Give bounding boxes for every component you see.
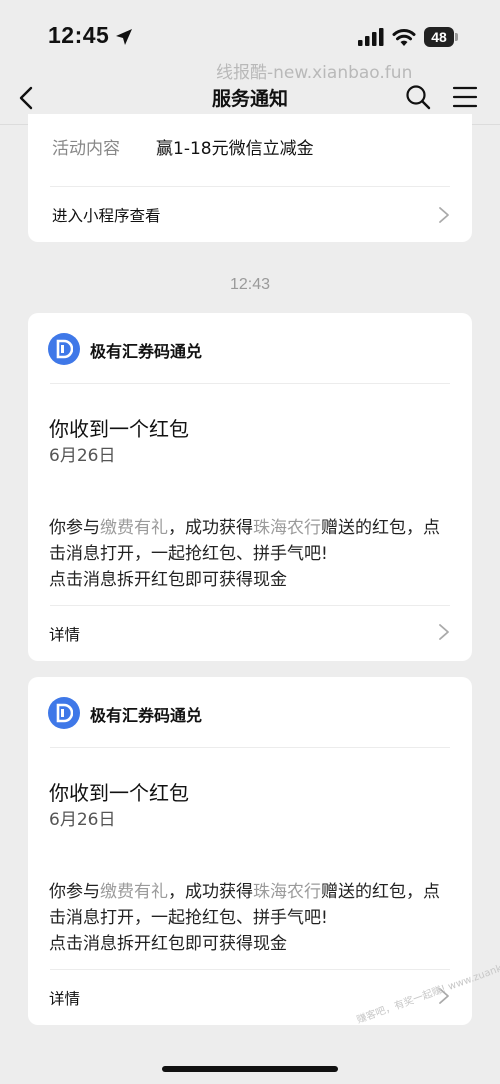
message-body: 你参与缴费有礼，成功获得珠海农行赠送的红包，点击消息打开，一起抢红包、拼手气吧!… (49, 879, 453, 957)
notification-card-previous[interactable]: 活动内容 赢1-18元微信立减金 进入小程序查看 (28, 114, 472, 242)
chevron-right-icon (439, 624, 449, 640)
location-arrow-icon (116, 29, 132, 45)
chevron-right-icon (439, 207, 449, 223)
highlight-sender: 珠海农行 (253, 518, 321, 538)
body-text: ，成功获得 (168, 518, 253, 538)
body-text: ，成功获得 (168, 882, 253, 902)
notification-card[interactable]: 极有汇券码通兑 你收到一个红包 6月26日 你参与缴费有礼，成功获得珠海农行赠送… (28, 677, 472, 1025)
details-link[interactable]: 详情 (49, 987, 80, 1009)
search-icon[interactable] (404, 83, 432, 111)
home-indicator[interactable] (162, 1066, 338, 1072)
highlight-activity: 缴费有礼 (100, 882, 168, 902)
card-divider (50, 383, 450, 384)
brand-logo-icon (48, 697, 80, 729)
body-text: 你参与 (49, 882, 100, 902)
card-divider (50, 969, 450, 970)
brand-name: 极有汇券码通兑 (90, 342, 203, 361)
battery-level: 48 (424, 27, 454, 47)
message-body: 你参与缴费有礼，成功获得珠海农行赠送的红包，点击消息打开，一起抢红包、拼手气吧!… (49, 515, 453, 593)
activity-row: 活动内容 赢1-18元微信立减金 (52, 134, 314, 159)
highlight-sender: 珠海农行 (253, 882, 321, 902)
signal-icon (358, 28, 384, 46)
activity-label: 活动内容 (52, 139, 120, 159)
wifi-icon (392, 29, 416, 46)
message-title: 你收到一个红包 (49, 781, 189, 805)
message-date: 6月26日 (49, 810, 116, 830)
card-divider (50, 605, 450, 606)
battery-cap (455, 33, 458, 41)
activity-value: 赢1-18元微信立减金 (156, 139, 314, 159)
details-link[interactable]: 详情 (49, 623, 80, 645)
message-timestamp: 12:43 (229, 276, 271, 293)
message-title: 你收到一个红包 (49, 417, 189, 441)
open-miniprogram-label: 进入小程序查看 (52, 207, 161, 225)
brand-name: 极有汇券码通兑 (90, 706, 203, 725)
notification-card[interactable]: 极有汇券码通兑 你收到一个红包 6月26日 你参与缴费有礼，成功获得珠海农行赠送… (28, 313, 472, 661)
highlight-activity: 缴费有礼 (100, 518, 168, 538)
message-date: 6月26日 (49, 446, 116, 466)
card-divider (50, 747, 450, 748)
menu-icon[interactable] (452, 85, 478, 109)
status-bar: 12:45 48 (0, 0, 500, 66)
body-text: 你参与 (49, 518, 100, 538)
status-time: 12:45 (48, 22, 110, 48)
body-text: 点击消息拆开红包即可获得现金 (49, 570, 287, 590)
body-text: 点击消息拆开红包即可获得现金 (49, 934, 287, 954)
brand-logo-icon (48, 333, 80, 365)
open-miniprogram-link[interactable]: 进入小程序查看 (28, 186, 472, 242)
battery-indicator: 48 (424, 27, 458, 47)
